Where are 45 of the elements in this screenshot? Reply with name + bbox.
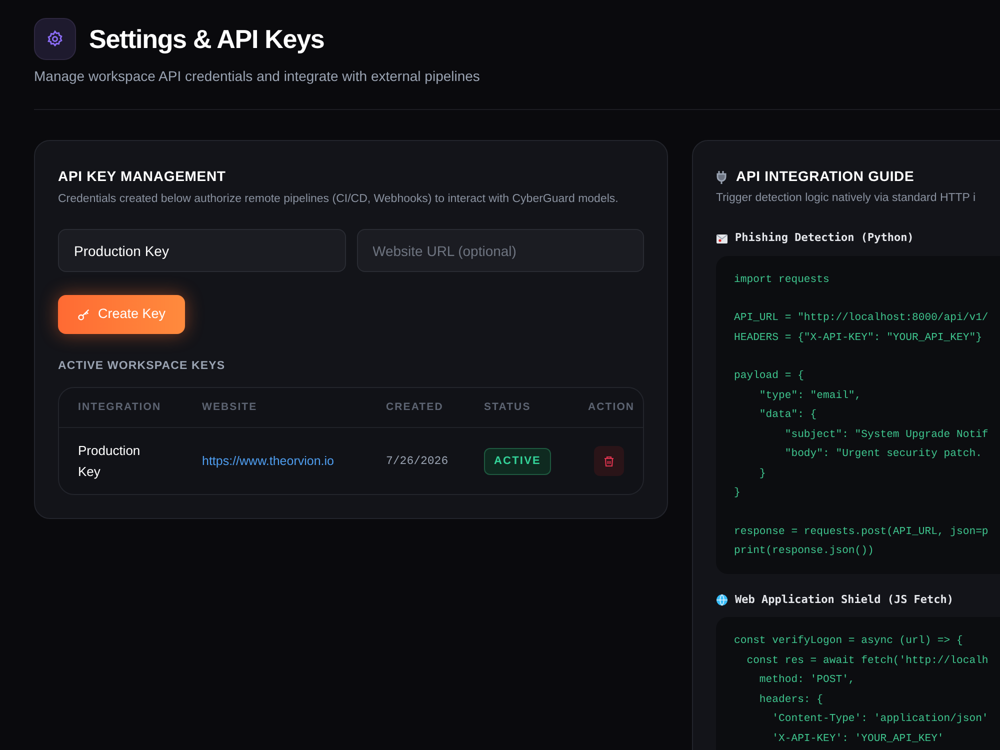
code-line: }	[758, 466, 767, 482]
column-header: WEBSITE	[202, 400, 258, 415]
created-date: 7/26/2026	[386, 454, 450, 470]
code-line: HEADERS = {"X-API-KEY": "YOUR_API_KEY"}	[734, 330, 983, 346]
snippet-title: Web Application Shield (JS Fetch)	[735, 592, 954, 608]
code-line: API_URL = "http://localhost:8000/api/v1/	[734, 311, 990, 326]
code-line: print(response.json())	[734, 544, 875, 560]
plug-icon	[716, 170, 728, 184]
card-description: Trigger detection logic natively via standard HTTP i	[716, 191, 977, 206]
code-line: "subject": "System Upgrade Notif	[784, 428, 990, 443]
page-title: Settings & API Keys	[89, 22, 324, 56]
status-badge: ACTIVE	[484, 448, 551, 474]
code-line: 'X-API-KEY': 'YOUR_API_KEY'	[771, 732, 945, 747]
column-header: STATUS	[484, 400, 532, 415]
column-header: ACTION	[588, 400, 635, 415]
code-line: const res = await fetch('http://localh	[746, 654, 990, 669]
delete-button[interactable]	[594, 446, 624, 476]
page-subtitle: Manage workspace API credentials and integrate with external pipelines	[34, 67, 481, 86]
globe-icon	[716, 594, 728, 606]
card-title: API INTEGRATION GUIDE	[736, 167, 914, 186]
integration-name: Production Key	[78, 442, 142, 482]
code-line: headers: {	[758, 692, 824, 708]
card-title: API KEY MANAGEMENT	[58, 167, 227, 186]
snippet-title: Phishing Detection (Python)	[735, 230, 914, 246]
code-line: "body": "Urgent security patch.	[784, 447, 983, 462]
website-url-field[interactable]: Website URL (optional)	[356, 229, 644, 272]
code-line: const verifyLogon = async (url) => {	[734, 634, 964, 650]
code-line: 'Content-Type': 'application/json'	[771, 712, 990, 728]
code-line: payload = {	[734, 369, 805, 384]
envelope-icon	[716, 234, 728, 244]
code-line: "type": "email",	[758, 388, 862, 404]
column-header: CREATED	[386, 400, 444, 415]
key-icon	[77, 308, 91, 322]
card-description: Credentials created below authorize remote pipelines (CI/CD, Webhooks) to interact with CyberGuard models.	[58, 192, 620, 207]
column-header: INTEGRATION	[78, 400, 162, 415]
section-heading: ACTIVE WORKSPACE KEYS	[58, 359, 226, 374]
code-line: method: 'POST',	[758, 673, 856, 688]
trash-icon	[603, 454, 615, 468]
code-line: "data": {	[758, 408, 818, 424]
code-line: }	[734, 486, 742, 502]
code-line: import requests	[734, 272, 830, 288]
website-link[interactable]: https://www.theorvion.io	[202, 452, 334, 471]
code-line: response = requests.post(API_URL, json=p	[734, 524, 990, 540]
settings-icon	[34, 18, 76, 60]
key-name-field[interactable]: Production Key	[58, 229, 346, 272]
